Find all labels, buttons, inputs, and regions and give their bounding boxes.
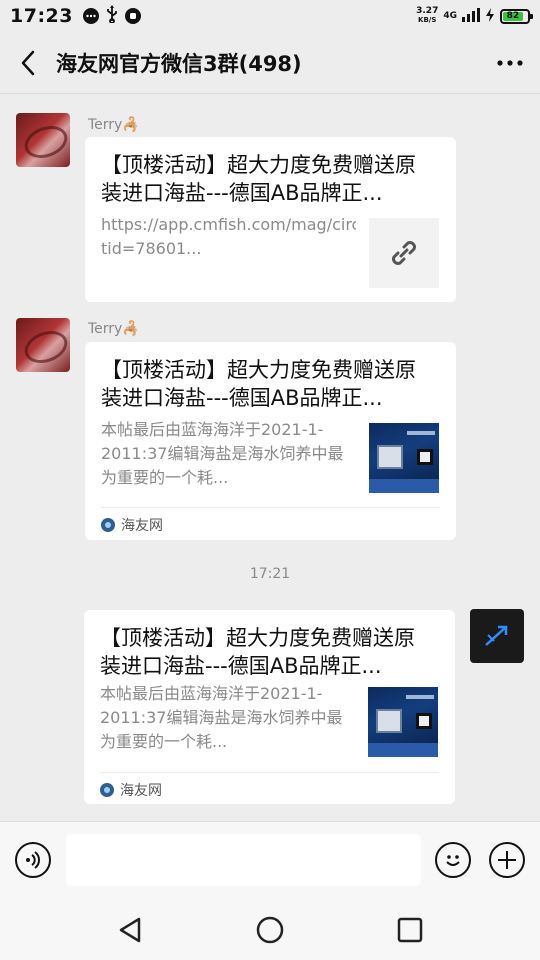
charging-icon [485,7,495,26]
status-time: 17:23 [10,5,73,27]
chat-input-bar [0,821,540,899]
article-card[interactable]: 【顶楼活动】超大力度免费赠送原装进口海盐---德国AB品牌正... 本帖最后由蓝… [85,342,456,540]
card-description: 本帖最后由蓝海海洋于2021-1-2011:37编辑海盐是海水饲养中最为重要的一… [100,684,343,751]
sender-name: Terry🦂 [88,117,140,133]
chevron-left-icon [21,50,35,75]
network-speed-unit: KB/S [418,16,437,24]
battery-level: 82 [503,11,523,21]
chat-title: 海友网官方微信3群(498) [56,51,302,76]
sender-avatar[interactable] [16,318,70,372]
source-logo-icon [101,518,115,532]
chat-timestamp: 17:21 [249,566,291,582]
system-navigation-bar [0,899,540,960]
card-source: 海友网 [101,515,163,535]
chat-header: 海友网官方微信3群(498) [0,32,540,94]
link-icon [392,241,416,265]
sender-avatar[interactable] [16,113,70,167]
card-title: 【顶楼活动】超大力度免费赠送原装进口海盐---德国AB品牌正... [101,358,416,410]
message-input[interactable] [66,834,421,886]
card-description: 本帖最后由蓝海海洋于2021-1-2011:37编辑海盐是海水饲养中最为重要的一… [101,420,344,487]
signal-icon [462,7,480,26]
source-logo-icon [100,783,114,797]
card-source: 海友网 [100,780,162,800]
card-description: https://app.cmfish.com/mag/circle/v1/for… [101,215,356,258]
triangle-back-icon [119,917,141,942]
link-card[interactable]: 【顶楼活动】超大力度免费赠送原装进口海盐---德国AB品牌正... https:… [85,137,456,302]
nav-home-button[interactable] [250,910,290,950]
status-bar: 17:23 3.27 KB/S 4G 82 [0,0,540,32]
notification-icons [82,5,141,27]
circle-home-icon [256,916,284,943]
network-speed: 3.27 KB/S [416,7,438,25]
my-avatar[interactable] [470,609,524,663]
battery-icon: 82 [500,8,533,24]
back-button[interactable] [0,32,56,94]
sender-name: Terry🦂 [88,321,140,337]
app-notification-icon [124,8,141,24]
square-recents-icon [397,917,423,942]
voice-icon [26,851,40,869]
card-thumbnail-image [369,423,439,493]
emoji-button[interactable] [435,842,471,878]
more-functions-button[interactable] [489,842,525,878]
article-card[interactable]: 【顶楼活动】超大力度免费赠送原装进口海盐---德国AB品牌正... 本帖最后由蓝… [84,610,455,804]
nav-recents-button[interactable] [390,910,430,950]
usb-icon [105,5,119,27]
more-options-button[interactable] [480,32,540,94]
card-divider [100,772,439,773]
arrow-logo-icon [485,625,508,646]
nav-back-button[interactable] [110,910,150,950]
status-right: 3.27 KB/S 4G 82 [416,7,533,26]
plus-icon [498,851,516,869]
card-title: 【顶楼活动】超大力度免费赠送原装进口海盐---德国AB品牌正... [101,153,416,205]
network-speed-value: 3.27 [416,6,439,16]
voice-button[interactable] [15,842,51,878]
card-thumbnail-image [368,687,438,757]
more-icon [497,59,523,66]
card-divider [101,507,440,508]
emoji-icon [446,855,460,866]
source-name: 海友网 [120,783,162,799]
source-name: 海友网 [121,518,163,534]
network-type: 4G [443,11,457,21]
card-thumbnail [369,218,439,288]
card-title: 【顶楼活动】超大力度免费赠送原装进口海盐---德国AB品牌正... [100,626,415,678]
message-notification-icon [82,8,99,24]
